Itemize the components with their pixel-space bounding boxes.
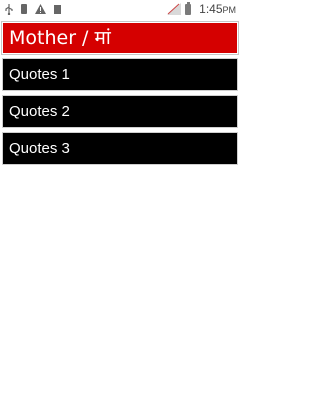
warning-icon bbox=[35, 4, 46, 14]
status-bar: 1:45PM bbox=[0, 0, 240, 18]
title-bar: Mother / मां bbox=[2, 22, 238, 54]
signal-icon bbox=[167, 3, 182, 15]
sd-card-icon bbox=[21, 4, 27, 14]
page-title: Mother / मां bbox=[9, 27, 111, 49]
list-item-label: Quotes 2 bbox=[9, 103, 70, 120]
status-system: 1:45PM bbox=[167, 1, 236, 16]
file-icon bbox=[54, 4, 61, 14]
list-item-quotes-1[interactable]: Quotes 1 bbox=[2, 58, 238, 91]
list-item-quotes-3[interactable]: Quotes 3 bbox=[2, 132, 238, 165]
status-time: 1:45PM bbox=[199, 2, 236, 16]
battery-icon bbox=[185, 1, 192, 15]
usb-icon bbox=[5, 3, 13, 15]
list-item-quotes-2[interactable]: Quotes 2 bbox=[2, 95, 238, 128]
list-item-label: Quotes 1 bbox=[9, 66, 70, 83]
app-screen: 1:45PM Mother / मां Quotes 1 Quotes 2 Qu… bbox=[0, 0, 240, 400]
status-notifications bbox=[5, 3, 61, 15]
list-item-label: Quotes 3 bbox=[9, 140, 70, 157]
